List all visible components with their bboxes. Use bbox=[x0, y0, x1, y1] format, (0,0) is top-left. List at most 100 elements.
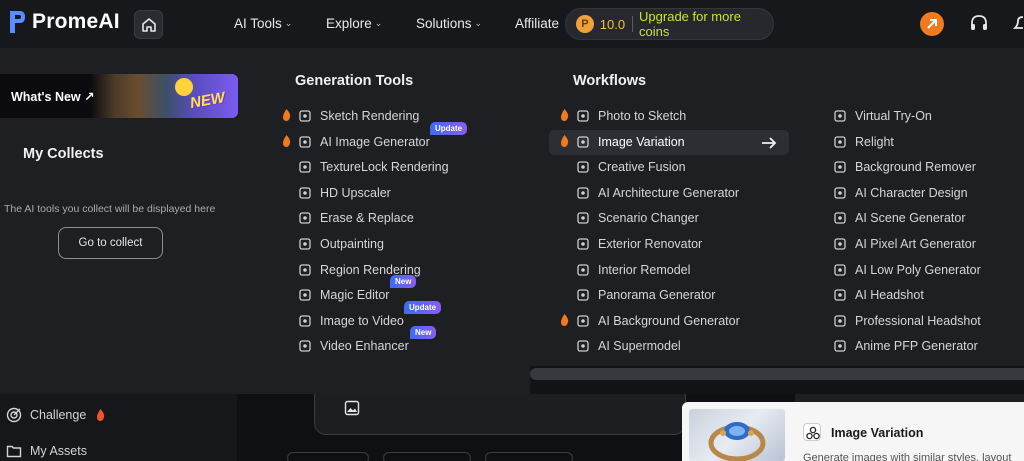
menu-item-label: HD Upscaler bbox=[320, 185, 391, 200]
brand-logo[interactable]: PromeAI bbox=[8, 9, 120, 35]
tool-preview-card: Image Variation Generate images with sim… bbox=[682, 402, 1024, 461]
house-icon bbox=[576, 237, 590, 251]
coin-icon: P bbox=[576, 15, 594, 33]
nav-ai-tools[interactable]: AI Tools ⌄ bbox=[234, 16, 292, 31]
video-icon bbox=[298, 314, 312, 328]
preview-title: Image Variation bbox=[831, 426, 924, 440]
generation-tools-title: Generation Tools bbox=[295, 73, 414, 89]
new-badge: New bbox=[410, 326, 437, 340]
rewards-glyph-icon bbox=[927, 19, 937, 29]
menu-item-ai-headshot[interactable]: AI Headshot bbox=[833, 283, 924, 307]
menu-item-erase-replace[interactable]: Erase & Replace bbox=[298, 206, 414, 230]
menu-item-label: AI Scene Generator bbox=[855, 211, 966, 226]
menu-item-photo-to-sketch[interactable]: Photo to Sketch bbox=[561, 104, 686, 128]
ai-tools-mega-menu: Generation Tools Workflows Sketch Render… bbox=[250, 48, 1024, 380]
support-headset-icon[interactable] bbox=[969, 13, 989, 33]
menu-item-label: Erase & Replace bbox=[320, 211, 414, 226]
preview-description: Generate images with similar styles, lay… bbox=[803, 452, 1012, 461]
menu-item-panorama-generator[interactable]: Panorama Generator bbox=[576, 283, 715, 307]
menu-item-interior-remodel[interactable]: Interior Remodel bbox=[576, 258, 690, 282]
notification-bell-icon[interactable] bbox=[1013, 13, 1024, 33]
preview-thumbnail bbox=[689, 409, 785, 461]
my-collects-empty-text: The AI tools you collect will be display… bbox=[4, 203, 216, 215]
image-upload-icon[interactable] bbox=[344, 400, 360, 416]
image-icon bbox=[298, 135, 312, 149]
menu-item-ai-character-design[interactable]: AI Character Design bbox=[833, 181, 968, 205]
whats-new-banner[interactable]: What's New ↗ NEW bbox=[0, 74, 238, 118]
top-navigation-bar: PromeAI AI Tools ⌄ Explore ⌄ Solutions ⌄… bbox=[0, 0, 1024, 48]
enhance-icon bbox=[298, 339, 312, 353]
chevron-down-icon: ⌄ bbox=[474, 18, 483, 28]
menu-item-label: Video Enhancer bbox=[320, 339, 409, 354]
nav-explore[interactable]: Explore ⌄ bbox=[326, 16, 382, 31]
coin-balance: 10.0 bbox=[599, 16, 626, 32]
menu-item-label: TextureLock Rendering bbox=[320, 160, 449, 175]
menu-item-label: AI Character Design bbox=[855, 185, 968, 200]
upgrade-link[interactable]: Upgrade for more coins bbox=[639, 9, 773, 39]
menu-item-video-enhancer[interactable]: Video Enhancer bbox=[298, 334, 409, 358]
menu-item-label: Exterior Renovator bbox=[598, 237, 703, 251]
menu-item-ai-supermodel[interactable]: AI Supermodel bbox=[576, 334, 681, 358]
menu-item-outpainting[interactable]: Outpainting bbox=[298, 232, 384, 256]
chevron-down-icon: ⌄ bbox=[284, 18, 293, 28]
grid-icon bbox=[576, 211, 590, 225]
menu-item-magic-editor[interactable]: Magic Editor bbox=[298, 283, 389, 307]
whats-new-label: What's New ↗ bbox=[11, 90, 95, 104]
panorama-icon bbox=[576, 288, 590, 302]
coins-upgrade-pill[interactable]: P 10.0 Upgrade for more coins bbox=[565, 8, 774, 40]
sidebar-item-my-assets[interactable]: My Assets bbox=[6, 443, 87, 459]
menu-item-sketch-rendering[interactable]: Sketch Rendering bbox=[283, 104, 419, 128]
hot-flame-icon bbox=[283, 134, 291, 147]
menu-item-ai-scene-generator[interactable]: AI Scene Generator bbox=[833, 206, 965, 230]
menu-item-image-to-video[interactable]: Image to Video bbox=[298, 309, 404, 333]
filter-pill[interactable] bbox=[485, 452, 573, 461]
character-icon bbox=[833, 186, 847, 200]
sketch-icon bbox=[298, 109, 312, 123]
menu-item-virtual-try-on[interactable]: Virtual Try-On bbox=[833, 104, 932, 128]
menu-item-anime-pfp-generator[interactable]: Anime PFP Generator bbox=[833, 334, 978, 358]
folder-icon bbox=[6, 445, 22, 458]
variation-icon bbox=[803, 423, 821, 441]
horizontal-scrollbar[interactable] bbox=[530, 368, 1024, 380]
menu-item-ai-low-poly-generator[interactable]: AI Low Poly Generator bbox=[833, 258, 981, 282]
nav-solutions[interactable]: Solutions ⌄ bbox=[416, 16, 482, 31]
menu-item-label: Image Variation bbox=[598, 134, 685, 149]
filter-pill[interactable] bbox=[383, 452, 471, 461]
update-badge: Update bbox=[404, 300, 442, 314]
nav-affiliate-label: Affiliate bbox=[515, 16, 560, 31]
filter-pill[interactable] bbox=[287, 452, 369, 461]
home-button[interactable] bbox=[134, 10, 163, 39]
menu-item-ai-architecture-generator[interactable]: AI Architecture Generator bbox=[576, 181, 739, 205]
menu-item-texturelock-rendering[interactable]: TextureLock Rendering bbox=[298, 155, 449, 179]
menu-item-background-remover[interactable]: Background Remover bbox=[833, 155, 976, 179]
erase-icon bbox=[298, 211, 312, 225]
menu-item-hd-upscaler[interactable]: HD Upscaler bbox=[298, 181, 391, 205]
menu-item-label: Creative Fusion bbox=[598, 160, 686, 175]
hot-flame-icon bbox=[97, 409, 105, 421]
menu-item-label: AI Image Generator bbox=[320, 134, 430, 149]
expand-icon bbox=[298, 237, 312, 251]
menu-item-ai-image-generator[interactable]: AI Image Generator bbox=[283, 130, 430, 154]
prompt-box[interactable] bbox=[314, 394, 686, 435]
menu-item-exterior-renovator[interactable]: Exterior Renovator bbox=[576, 232, 702, 256]
sidebar-item-challenge[interactable]: Challenge bbox=[6, 407, 105, 423]
menu-item-label: Background Remover bbox=[855, 160, 976, 175]
nav-affiliate[interactable]: Affiliate bbox=[515, 16, 559, 31]
menu-item-scenario-changer[interactable]: Scenario Changer bbox=[576, 206, 699, 230]
menu-item-label: Professional Headshot bbox=[855, 313, 981, 328]
menu-item-image-variation[interactable]: Image Variation bbox=[561, 130, 685, 154]
menu-item-creative-fusion[interactable]: Creative Fusion bbox=[576, 155, 686, 179]
menu-item-ai-pixel-art-generator[interactable]: AI Pixel Art Generator bbox=[833, 232, 976, 256]
go-to-collect-button[interactable]: Go to collect bbox=[58, 227, 163, 259]
menu-item-professional-headshot[interactable]: Professional Headshot bbox=[833, 309, 981, 333]
wand-icon bbox=[298, 160, 312, 174]
background-icon bbox=[576, 314, 590, 328]
pixel-icon bbox=[833, 237, 847, 251]
upscale-icon bbox=[298, 186, 312, 200]
sidebar-item-label: Challenge bbox=[30, 408, 87, 422]
menu-item-label: Relight bbox=[855, 134, 894, 149]
menu-item-ai-background-generator[interactable]: AI Background Generator bbox=[561, 309, 740, 333]
menu-item-label: AI Architecture Generator bbox=[598, 185, 740, 200]
rewards-icon[interactable] bbox=[920, 12, 944, 36]
menu-item-relight[interactable]: Relight bbox=[833, 130, 894, 154]
